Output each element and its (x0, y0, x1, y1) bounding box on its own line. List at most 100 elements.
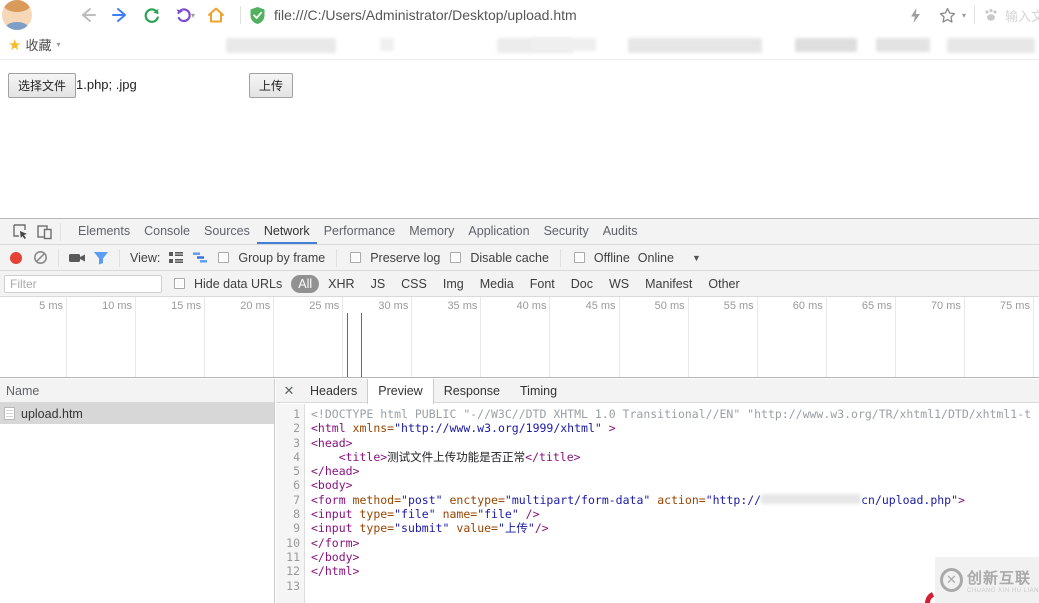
user-avatar[interactable] (2, 0, 32, 30)
record-button[interactable] (4, 247, 28, 269)
name-column-header[interactable]: Name (0, 379, 274, 403)
filter-type-img[interactable]: Img (436, 275, 471, 293)
show-overview-button[interactable] (188, 247, 212, 269)
inspect-element-button[interactable] (8, 221, 32, 243)
detail-tab-timing[interactable]: Timing (510, 379, 567, 403)
redacted-bookmark-item[interactable] (226, 38, 336, 53)
forward-button[interactable] (107, 2, 133, 28)
devtools-tab-performance[interactable]: Performance (317, 219, 403, 244)
code-token (443, 493, 450, 507)
redacted-bookmark-item[interactable] (628, 38, 762, 53)
filter-type-ws[interactable]: WS (602, 275, 636, 293)
address-bar[interactable]: file:///C:/Users/Administrator/Desktop/u… (249, 6, 900, 25)
devtools-tab-sources[interactable]: Sources (197, 219, 257, 244)
preserve-log-checkbox[interactable] (350, 252, 361, 263)
watermark-text: 创新互联 CHUANG XIN HU LIAN (967, 567, 1039, 594)
favorites-button[interactable]: ★ 收藏 ▾ (8, 35, 60, 54)
redacted-bookmark-item[interactable] (947, 38, 1035, 53)
bookmark-star-button[interactable] (935, 2, 961, 28)
redacted-bookmark-item[interactable] (795, 38, 857, 52)
filter-type-xhr[interactable]: XHR (321, 275, 361, 293)
throttling-dropdown-caret[interactable]: ▼ (692, 253, 701, 263)
redacted-bookmark-item[interactable] (876, 38, 930, 52)
code-line: 4 <title>测试文件上传功能是否正常</title> (276, 450, 1039, 464)
clear-button[interactable] (28, 247, 52, 269)
paw-search-icon[interactable] (983, 7, 999, 23)
security-shield-icon (249, 6, 266, 25)
url-text[interactable]: file:///C:/Users/Administrator/Desktop/u… (274, 7, 577, 23)
filter-type-font[interactable]: Font (523, 275, 562, 293)
code-text: </html> (305, 564, 359, 578)
clear-icon (33, 250, 48, 265)
favorites-label: 收藏 (25, 35, 51, 54)
offline-checkbox[interactable] (574, 252, 585, 263)
code-line: 1<!DOCTYPE html PUBLIC "-//W3C//DTD XHTM… (276, 407, 1039, 421)
filter-type-media[interactable]: Media (473, 275, 521, 293)
filter-input[interactable] (4, 275, 162, 293)
upload-button[interactable]: 上传 (249, 73, 293, 98)
filter-type-manifest[interactable]: Manifest (638, 275, 699, 293)
code-token: name= (443, 507, 478, 521)
choose-file-button[interactable]: 选择文件 (8, 73, 76, 98)
favorites-dropdown-caret[interactable]: ▾ (56, 40, 60, 49)
timeline-tick-label: 15 ms (125, 300, 201, 312)
browser-window: ▾ file:///C:/Users/Administrator/Desktop… (0, 0, 1039, 603)
back-button[interactable] (75, 2, 101, 28)
filter-type-doc[interactable]: Doc (564, 275, 600, 293)
timeline-tick-label: 60 ms (747, 300, 823, 312)
request-name: upload.htm (21, 407, 83, 421)
filter-type-css[interactable]: CSS (394, 275, 434, 293)
filter-type-other[interactable]: Other (701, 275, 746, 293)
devtools-tab-memory[interactable]: Memory (402, 219, 461, 244)
search-hint-text[interactable]: 输入文 (1005, 6, 1039, 25)
line-number: 8 (276, 507, 305, 521)
disable-cache-checkbox[interactable] (450, 252, 461, 263)
device-toolbar-button[interactable] (32, 221, 56, 243)
filter-toggle-button[interactable] (89, 247, 113, 269)
detail-tab-response[interactable]: Response (434, 379, 510, 403)
filter-type-all[interactable]: All (291, 275, 319, 293)
filter-type-js[interactable]: JS (364, 275, 393, 293)
refresh-button[interactable] (139, 2, 165, 28)
devtools-tab-security[interactable]: Security (537, 219, 596, 244)
undo-dropdown-caret[interactable]: ▾ (191, 11, 195, 20)
code-token: "file" (477, 507, 519, 521)
code-token: cn/upload.php" (861, 493, 958, 507)
home-button[interactable] (203, 2, 229, 28)
devtools-tab-network[interactable]: Network (257, 219, 317, 244)
devtools-tab-audits[interactable]: Audits (596, 219, 645, 244)
capture-screenshots-button[interactable] (65, 247, 89, 269)
redacted-bookmark-item[interactable] (530, 38, 596, 51)
network-overview-timeline[interactable]: 5 ms10 ms15 ms20 ms25 ms30 ms35 ms40 ms4… (0, 297, 1039, 378)
star-dropdown-caret[interactable]: ▾ (962, 11, 966, 20)
undo-button[interactable]: ▾ (171, 2, 197, 28)
timeline-tick-label: 10 ms (56, 300, 132, 312)
use-large-rows-button[interactable] (164, 247, 188, 269)
timeline-tick-label: 25 ms (263, 300, 339, 312)
close-detail-button[interactable]: ✕ (278, 383, 300, 399)
star-outline-icon (939, 7, 956, 24)
throttling-select[interactable]: Online (638, 251, 674, 265)
devtools-tab-application[interactable]: Application (461, 219, 536, 244)
avatar-hair (3, 0, 31, 12)
devtools-tabs: ElementsConsoleSourcesNetworkPerformance… (71, 219, 644, 244)
detail-tab-headers[interactable]: Headers (300, 379, 367, 403)
timeline-tick-label: 70 ms (885, 300, 961, 312)
devtools-tab-elements[interactable]: Elements (71, 219, 137, 244)
hide-data-urls-checkbox[interactable] (174, 278, 185, 289)
devtools-separator (60, 223, 61, 241)
code-token: "http:// (706, 493, 761, 507)
request-row[interactable]: upload.htm (0, 403, 274, 424)
group-by-frame-checkbox[interactable] (218, 252, 229, 263)
timeline-tick-label: 65 ms (816, 300, 892, 312)
devtools-tab-console[interactable]: Console (137, 219, 197, 244)
preview-code-area[interactable]: 1<!DOCTYPE html PUBLIC "-//W3C//DTD XHTM… (276, 404, 1039, 603)
extensions-lightning-button[interactable] (903, 2, 929, 28)
code-token: </form> (311, 536, 359, 550)
source-code: 1<!DOCTYPE html PUBLIC "-//W3C//DTD XHTM… (276, 407, 1039, 593)
redacted-bookmark-item[interactable] (380, 38, 394, 51)
timeline-tick-label: 75 ms (954, 300, 1030, 312)
detail-tab-preview[interactable]: Preview (367, 379, 433, 404)
favorites-star-icon: ★ (8, 36, 21, 54)
line-number: 12 (276, 564, 305, 578)
